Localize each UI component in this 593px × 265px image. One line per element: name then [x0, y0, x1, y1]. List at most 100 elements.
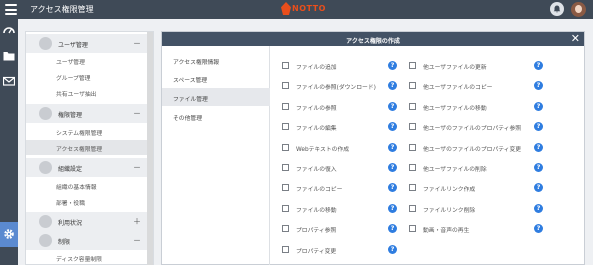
help-icon[interactable]: ? — [534, 224, 543, 233]
tab-label: アクセス権限情報 — [173, 60, 220, 66]
permission-row[interactable]: ファイルの移動 — [282, 204, 384, 214]
sidebar-item-shared-users[interactable]: 共有ユーザ抽出 — [56, 89, 96, 98]
permission-checkbox[interactable] — [282, 82, 289, 89]
help-icon[interactable]: ? — [388, 245, 397, 254]
help-icon[interactable]: ? — [534, 204, 543, 213]
help-icon[interactable]: ? — [534, 122, 543, 131]
permission-label: ファイルの復入 — [296, 167, 337, 173]
permission-row[interactable]: ファイルの参照 — [282, 102, 384, 112]
permission-checkbox[interactable] — [409, 103, 416, 110]
permission-checkbox[interactable] — [282, 246, 289, 253]
permission-row[interactable]: 動画・音声の再生 — [409, 224, 530, 234]
permission-row[interactable]: Webテキストの作成 — [282, 143, 384, 153]
permission-row[interactable]: 他ユーザファイルの更新 — [409, 61, 530, 71]
help-icon[interactable]: ? — [388, 81, 397, 90]
permission-checkbox[interactable] — [409, 62, 416, 69]
sidebar-item-access-permissions[interactable]: アクセス権限管理 — [56, 144, 102, 153]
logo-text: NOTTO — [292, 4, 326, 13]
mail-icon[interactable] — [2, 75, 16, 87]
collapse-icon[interactable]: － — [133, 162, 141, 173]
help-icon[interactable]: ? — [388, 183, 397, 192]
permission-checkbox[interactable] — [282, 62, 289, 69]
sidebar-section-permission-management[interactable]: 権限管理 － — [26, 104, 147, 123]
sidebar-item-system-permissions[interactable]: システム権限管理 — [56, 128, 102, 137]
permission-checkbox[interactable] — [409, 82, 416, 89]
shield-icon — [39, 107, 52, 120]
permission-checkbox[interactable] — [282, 123, 289, 130]
help-icon[interactable]: ? — [388, 122, 397, 131]
collapse-icon[interactable]: － — [133, 38, 141, 49]
tab-label: その他管理 — [173, 116, 202, 122]
permission-checkbox[interactable] — [282, 205, 289, 212]
permission-row[interactable]: 他ユーザファイルのコピー — [409, 81, 530, 91]
collapse-icon[interactable]: － — [133, 108, 141, 119]
logo[interactable]: NOTTO — [281, 2, 326, 15]
permission-row[interactable]: プロパティ変更 — [282, 245, 384, 255]
permission-checkbox[interactable] — [282, 103, 289, 110]
permission-row[interactable]: ファイルの復入 — [282, 163, 384, 173]
help-icon[interactable]: ? — [388, 163, 397, 172]
permission-row[interactable]: プロパティ参照 — [282, 224, 384, 234]
help-icon[interactable]: ? — [534, 163, 543, 172]
help-icon[interactable]: ? — [534, 61, 543, 70]
help-icon[interactable]: ? — [534, 143, 543, 152]
help-icon[interactable]: ? — [388, 224, 397, 233]
permission-label: 他ユーザのファイルのプロパティ参照 — [423, 126, 522, 132]
permission-row[interactable]: 他ユーザファイルの移動 — [409, 102, 530, 112]
sidebar-scrollbar[interactable] — [147, 32, 153, 265]
permission-checkbox[interactable] — [282, 144, 289, 151]
permission-row[interactable]: 他ユーザファイルの削除 — [409, 163, 530, 173]
user-icon — [39, 37, 52, 50]
permission-checkbox[interactable] — [282, 225, 289, 232]
tab-file-management[interactable]: ファイル管理 — [162, 88, 270, 106]
permission-row[interactable]: ファイルのコピー — [282, 183, 384, 193]
permission-row[interactable]: ファイルの編集 — [282, 122, 384, 132]
permission-checkbox[interactable] — [409, 184, 416, 191]
permission-checkbox[interactable] — [409, 225, 416, 232]
permission-label: プロパティ変更 — [296, 249, 337, 255]
gear-icon — [4, 229, 14, 239]
permission-checkbox[interactable] — [282, 184, 289, 191]
permission-row[interactable]: ファイルの追加 — [282, 61, 384, 71]
permission-row[interactable]: 他ユーザのファイルのプロパティ変更 — [409, 143, 530, 153]
notification-bell-icon[interactable] — [550, 2, 564, 16]
tab-other-management[interactable]: その他管理 — [162, 107, 270, 125]
permission-row[interactable]: 他ユーザのファイルのプロパティ参照 — [409, 122, 530, 132]
user-avatar[interactable] — [571, 2, 586, 17]
settings-rail-item[interactable] — [0, 222, 18, 247]
permission-row[interactable]: ファイルリンク作成 — [409, 183, 530, 193]
permission-row[interactable]: ファイルリンク削除 — [409, 204, 530, 214]
help-icon[interactable]: ? — [534, 81, 543, 90]
close-icon[interactable]: ✕ — [571, 33, 580, 44]
sidebar-section-usage[interactable]: 利用状況 ＋ — [26, 212, 147, 231]
sidebar-item-org-info[interactable]: 組織の基本情報 — [56, 182, 97, 191]
menu-icon[interactable] — [5, 4, 17, 15]
sidebar-item-disk-quota[interactable]: ディスク容量制限 — [56, 254, 102, 263]
help-icon[interactable]: ? — [388, 143, 397, 152]
permission-row[interactable]: ファイルの参照(ダウンロード) — [282, 81, 384, 91]
help-icon[interactable]: ? — [388, 102, 397, 111]
sidebar-section-user-management[interactable]: ユーザ管理 － — [26, 34, 147, 53]
sidebar-item-users[interactable]: ユーザ管理 — [56, 57, 85, 66]
sidebar-section-limits[interactable]: 制限 － — [26, 231, 147, 250]
help-icon[interactable]: ? — [388, 204, 397, 213]
collapse-icon[interactable]: － — [133, 235, 141, 246]
permission-checkbox[interactable] — [409, 123, 416, 130]
permission-checkbox[interactable] — [409, 205, 416, 212]
dashboard-gauge-icon[interactable] — [3, 24, 15, 36]
permission-checkbox[interactable] — [409, 164, 416, 171]
help-icon[interactable]: ? — [388, 61, 397, 70]
tab-access-permission-info[interactable]: アクセス権限情報 — [162, 51, 270, 69]
sidebar-section-organization[interactable]: 組織設定 － — [26, 158, 147, 177]
folder-icon[interactable] — [3, 50, 15, 62]
help-icon[interactable]: ? — [534, 102, 543, 111]
expand-icon[interactable]: ＋ — [133, 216, 141, 227]
permission-checkbox[interactable] — [409, 144, 416, 151]
help-icon[interactable]: ? — [534, 183, 543, 192]
permission-checkbox[interactable] — [282, 164, 289, 171]
sidebar-item-groups[interactable]: グループ管理 — [56, 73, 90, 82]
sidebar-item-departments[interactable]: 部署・役職 — [56, 198, 85, 207]
limit-icon — [39, 234, 52, 247]
section-title: 権限管理 — [58, 112, 83, 119]
tab-space-management[interactable]: スペース管理 — [162, 69, 270, 87]
